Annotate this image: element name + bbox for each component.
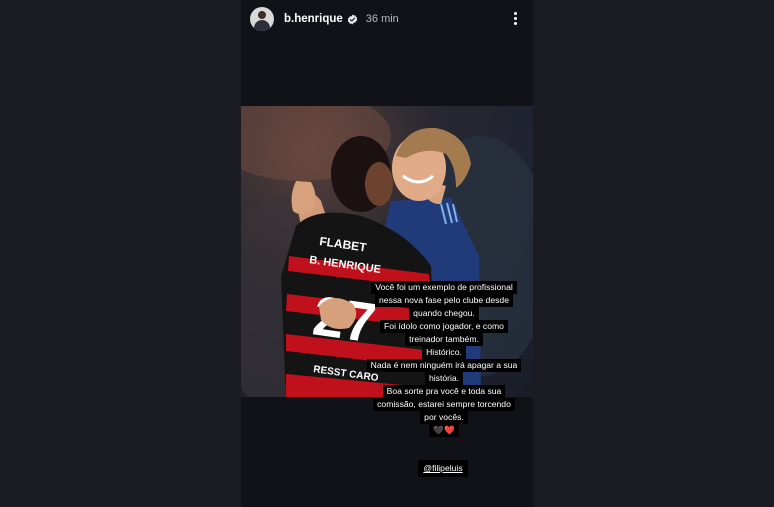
story-header: b.henrique 36 min [250, 6, 532, 32]
post-time: 36 min [365, 13, 399, 25]
mention-sticker[interactable]: @filipeluis [418, 460, 468, 477]
avatar[interactable] [250, 7, 274, 31]
heart-emojis: 🖤❤️ [429, 424, 459, 437]
verified-badge-icon [347, 13, 357, 25]
username[interactable]: b.henrique [284, 13, 343, 25]
more-vertical-icon[interactable] [512, 11, 518, 27]
story-caption: Você foi um exemplo de profissional ness… [364, 279, 524, 437]
